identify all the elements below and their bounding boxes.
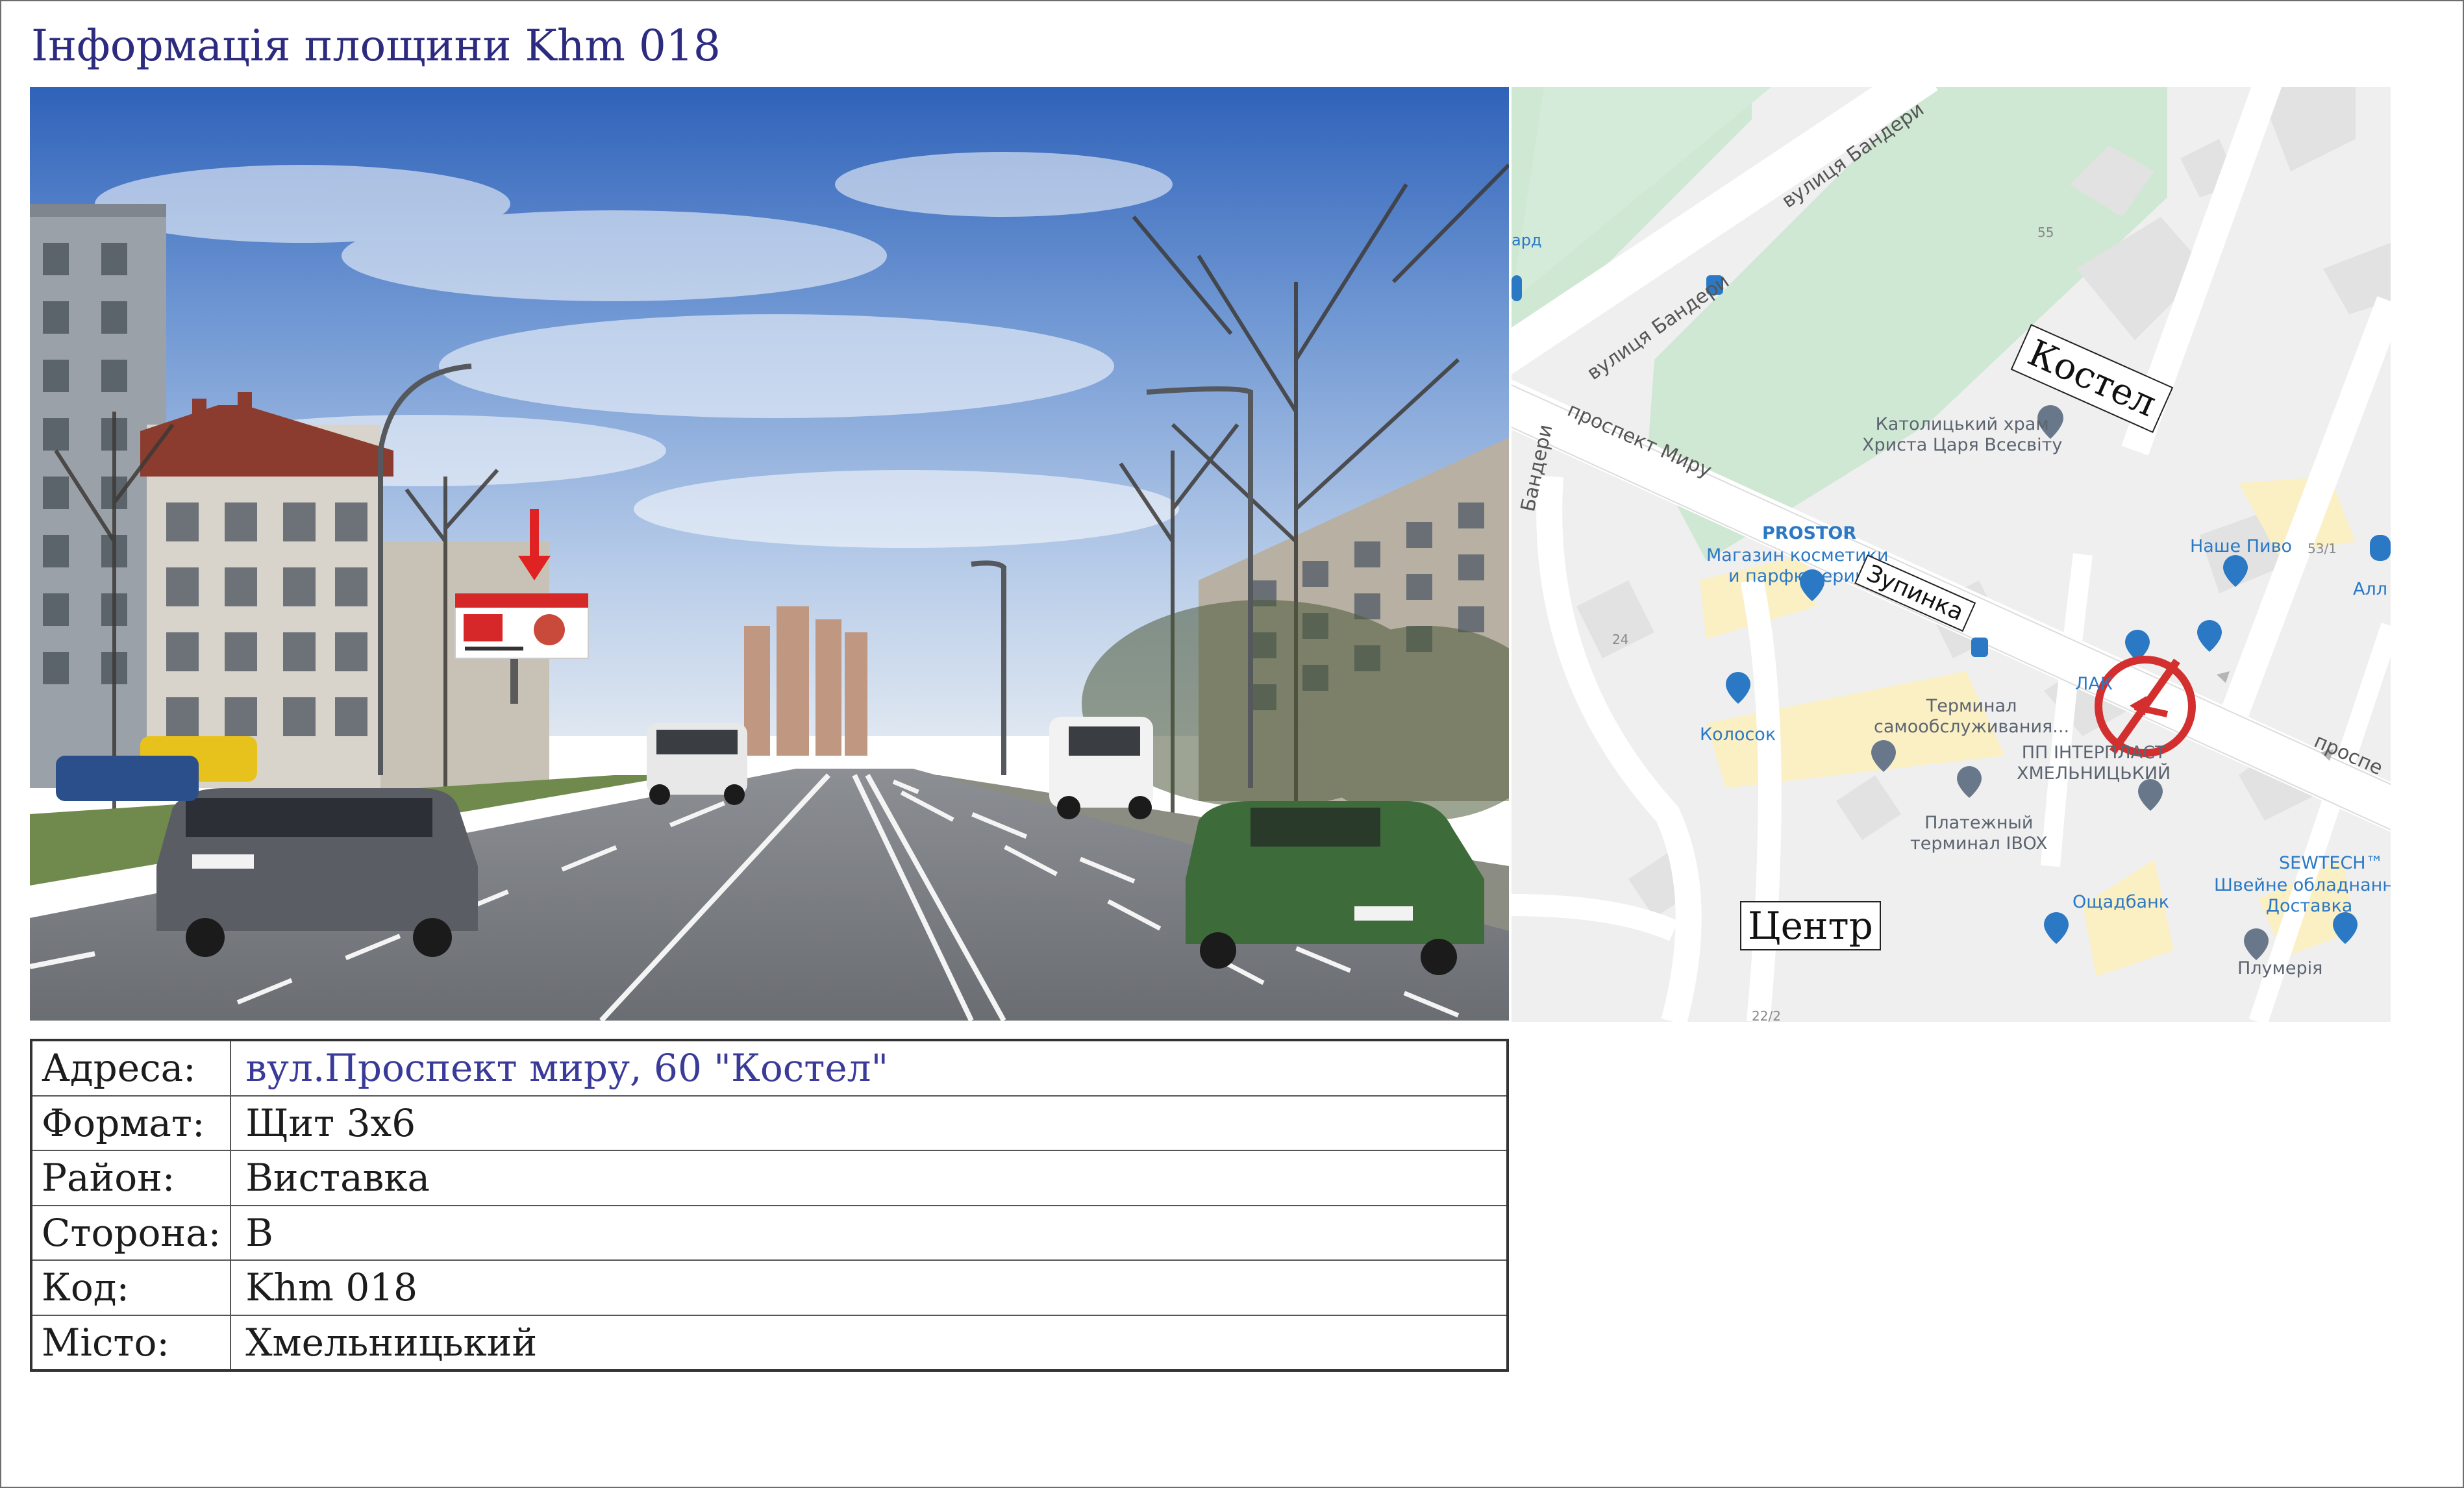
info-value-address: вул.Проспект миру, 60 "Костел" [230,1039,1508,1097]
map-marker-tsentr: Центр [1740,901,1881,950]
map-house-number: 55 [2037,225,2054,240]
info-row-format: Формат: Щит 3х6 [30,1095,1508,1151]
info-row-code: Код: Khm 018 [30,1259,1508,1316]
info-row-district: Район: Виставка [30,1150,1508,1206]
map-house-number: 22/2 [1752,1008,1781,1022]
location-map[interactable]: вулиця Бандери вулиця Бандери Бандери пр… [1512,87,2391,1022]
info-value-code: Khm 018 [230,1259,1508,1316]
car-white-suv [647,723,747,805]
info-value-format: Щит 3х6 [230,1095,1508,1151]
map-poi-plumeriia[interactable]: Плумерія [2237,958,2322,979]
info-label: Формат: [30,1095,232,1151]
map-poi-platezhnyi[interactable]: Платежный терминал IBOX [1910,813,2047,854]
map-poi-kolosok[interactable]: Колосок [1700,725,1776,745]
map-poi-lak-partial[interactable]: ЛАК [2075,674,2113,695]
info-label: Місто: [30,1314,232,1371]
map-poi-prostor[interactable]: PROSTOR [1762,523,1856,544]
street-photo-illustration [30,87,1509,1021]
map-house-number: 53/1 [2308,541,2337,556]
info-label: Сторона: [30,1204,232,1261]
car-blue [56,756,199,801]
left-building [30,204,166,788]
street-photo [30,87,1509,1021]
red-roof-building [140,392,393,788]
info-label: Код: [30,1259,232,1316]
map-poi-sewtech-sub: Швейне обладнання Доставка [2214,875,2391,916]
map-poi-sewtech[interactable]: SEWTECH™ [2279,853,2383,874]
map-poi-oshchadbank[interactable]: Ощадбанк [2072,892,2169,913]
car-white-van [1049,717,1153,819]
info-table: Адреса: вул.Проспект миру, 60 "Костел" Ф… [30,1039,1509,1372]
info-row-address: Адреса: вул.Проспект миру, 60 "Костел" [30,1039,1508,1097]
map-poi-interplast[interactable]: ПП ІНТЕРПЛАСТ ХМЕЛЬНИЦЬКИЙ [2017,743,2171,784]
info-value-district: Виставка [230,1150,1508,1206]
info-row-side: Сторона: В [30,1204,1508,1261]
info-value-side: В [230,1204,1508,1261]
info-value-city: Хмельницький [230,1314,1508,1371]
map-road-label-bus-partial: ард [1512,231,1542,249]
info-label: Район: [30,1150,232,1206]
sheet: Інформація площини Khm 018 вулиця Бандер… [0,0,2464,1488]
info-row-city: Місто: Хмельницький [30,1314,1508,1371]
page-title: Інформація площини Khm 018 [31,21,721,71]
map-poi-nashe-pyvo[interactable]: Наше Пиво [2190,536,2292,557]
map-poi-all-partial[interactable]: Алл [2353,579,2387,600]
map-poi-church[interactable]: Католицький храм Христа Царя Всесвіту [1862,414,2062,456]
info-label: Адреса: [30,1039,232,1097]
map-poi-terminal[interactable]: Терминал самообслуживания... [1874,696,2069,738]
map-house-number: 24 [1612,632,1629,647]
